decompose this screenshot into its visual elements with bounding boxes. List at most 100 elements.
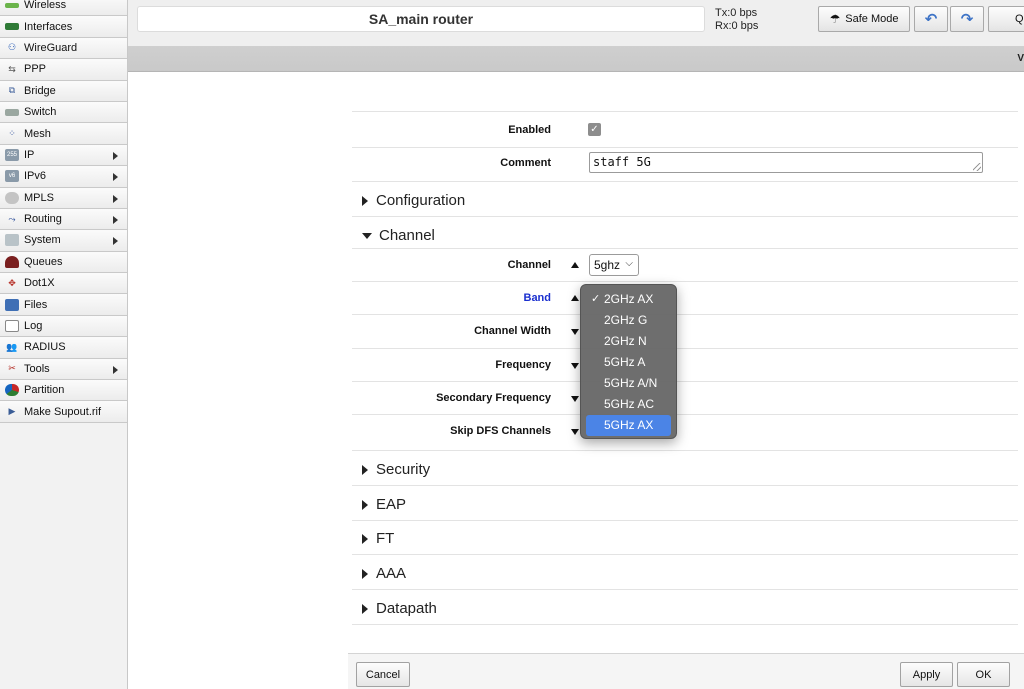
- sidebar-item-mesh[interactable]: ⁘ Mesh: [0, 123, 127, 145]
- section-title: FT: [376, 530, 395, 547]
- skip-dfs-label: Skip DFS Channels: [450, 425, 551, 437]
- channel-select[interactable]: 5ghz ⌵: [589, 254, 639, 276]
- channel-label: Channel: [507, 259, 551, 271]
- band-option-highlighted[interactable]: 5GHz AX: [586, 415, 671, 436]
- section-eap[interactable]: EAP: [362, 496, 406, 513]
- band-option-label: 5GHz A/N: [604, 376, 658, 390]
- ok-button[interactable]: OK: [957, 662, 1010, 687]
- sidebar-item-label: PPP: [24, 63, 47, 76]
- collapse-arrow-icon: [362, 232, 372, 239]
- section-ft[interactable]: FT: [362, 530, 394, 547]
- safe-mode-button[interactable]: ☂ Safe Mode: [818, 6, 910, 32]
- sidebar-item-switch[interactable]: Switch: [0, 101, 127, 124]
- ppp-icon: ⇆: [8, 63, 16, 74]
- chevron-down-icon: ⌵: [625, 258, 633, 269]
- comment-label: Comment: [500, 157, 551, 169]
- submenu-arrow-icon: [113, 194, 118, 203]
- sidebar-item-radius[interactable]: 👥 RADIUS: [0, 337, 127, 359]
- sidebar-item-wireless[interactable]: Wireless: [0, 0, 127, 17]
- window-title-fragment: V: [1017, 53, 1024, 64]
- divider: [352, 589, 1018, 590]
- collapse-field-icon[interactable]: [571, 295, 579, 301]
- radius-icon: 👥: [6, 341, 18, 352]
- wireless-icon: [5, 2, 19, 8]
- sidebar-item-tools[interactable]: ✂ Tools: [0, 358, 127, 381]
- divider: [352, 450, 1018, 451]
- sidebar-item-label: Mesh: [24, 127, 51, 140]
- comment-field[interactable]: staff 5G: [589, 152, 983, 173]
- queues-icon: [5, 255, 19, 268]
- ipv6-icon: v6: [5, 170, 19, 183]
- sidebar-item-label: System: [24, 234, 61, 247]
- section-title: Channel: [379, 227, 435, 244]
- band-option-label: 2GHz G: [604, 313, 648, 327]
- divider: [352, 216, 1018, 217]
- section-configuration[interactable]: Configuration: [362, 192, 465, 209]
- band-option[interactable]: 2GHz G: [586, 310, 671, 331]
- sidebar-item-mpls[interactable]: MPLS: [0, 187, 127, 209]
- system-icon: [5, 234, 19, 247]
- channel-value: 5ghz: [594, 258, 621, 272]
- section-channel[interactable]: Channel: [362, 227, 435, 244]
- band-option[interactable]: 5GHz AC: [586, 394, 671, 415]
- sidebar-item-queues[interactable]: Queues: [0, 251, 127, 274]
- section-title: Configuration: [376, 192, 466, 209]
- sidebar-item-label: Queues: [24, 255, 63, 268]
- sidebar-item-bridge[interactable]: ⧉ Bridge: [0, 80, 127, 102]
- apply-button[interactable]: Apply: [900, 662, 953, 687]
- section-aaa[interactable]: AAA: [362, 565, 406, 582]
- sidebar-item-make-supout[interactable]: ▶ Make Supout.rif: [0, 401, 127, 423]
- sidebar-item-label: Files: [24, 298, 48, 311]
- divider: [352, 111, 1018, 112]
- sidebar-item-label: Bridge: [24, 84, 56, 97]
- sidebar-item-wireguard[interactable]: ⚇ WireGuard: [0, 37, 127, 60]
- quick-set-label: Qu: [1015, 13, 1024, 25]
- sidebar-item-label: IP: [24, 148, 35, 161]
- band-option[interactable]: ✓ 2GHz AX: [586, 289, 671, 310]
- tx-rate: Tx:0 bps: [715, 7, 758, 19]
- sidebar-item-files[interactable]: Files: [0, 294, 127, 316]
- sidebar-item-log[interactable]: Log: [0, 315, 127, 338]
- expand-field-icon[interactable]: [571, 429, 579, 435]
- divider: [352, 147, 1018, 148]
- sidebar-item-partition[interactable]: Partition: [0, 380, 127, 402]
- sidebar-item-label: Switch: [24, 106, 57, 119]
- divider: [352, 554, 1018, 555]
- enabled-checkbox[interactable]: ✓: [588, 123, 601, 136]
- band-option[interactable]: 5GHz A/N: [586, 373, 671, 394]
- section-datapath[interactable]: Datapath: [362, 600, 437, 617]
- divider: [352, 485, 1018, 486]
- sidebar-item-routing[interactable]: ⤳ Routing: [0, 208, 127, 231]
- expand-arrow-icon: [362, 568, 368, 579]
- section-title: EAP: [376, 496, 407, 513]
- sidebar-item-dot1x[interactable]: ✥ Dot1X: [0, 273, 127, 295]
- section-title: AAA: [376, 565, 407, 582]
- undo-button[interactable]: ↶: [914, 6, 948, 32]
- section-security[interactable]: Security: [362, 461, 430, 478]
- comment-value: staff 5G: [593, 155, 651, 169]
- band-option[interactable]: 2GHz N: [586, 331, 671, 352]
- sidebar-item-interfaces[interactable]: Interfaces: [0, 16, 127, 38]
- band-option[interactable]: 5GHz A: [586, 352, 671, 373]
- channel-width-label: Channel Width: [474, 325, 551, 337]
- sidebar-item-label: MPLS: [24, 191, 54, 204]
- quick-set-button[interactable]: Qu: [988, 6, 1024, 32]
- band-option-label: 2GHz AX: [604, 292, 654, 306]
- cancel-button[interactable]: Cancel: [356, 662, 410, 687]
- sidebar-item-ip[interactable]: 255 IP: [0, 144, 127, 167]
- sidebar-item-ppp[interactable]: ⇆ PPP: [0, 59, 127, 81]
- expand-field-icon[interactable]: [571, 396, 579, 402]
- collapse-field-icon[interactable]: [571, 262, 579, 268]
- expand-field-icon[interactable]: [571, 329, 579, 335]
- divider: [352, 181, 1018, 182]
- sidebar-item-system[interactable]: System: [0, 230, 127, 252]
- resize-grip-icon: [973, 163, 981, 171]
- redo-button[interactable]: ↷: [950, 6, 984, 32]
- sidebar-item-ipv6[interactable]: v6 IPv6: [0, 166, 127, 188]
- divider: [352, 624, 1018, 625]
- expand-field-icon[interactable]: [571, 363, 579, 369]
- redo-icon: ↷: [960, 11, 974, 28]
- sidebar: Wireless Interfaces ⚇ WireGuard ⇆ PPP ⧉ …: [0, 0, 128, 689]
- submenu-arrow-icon: [113, 365, 118, 374]
- section-title: Security: [376, 461, 431, 478]
